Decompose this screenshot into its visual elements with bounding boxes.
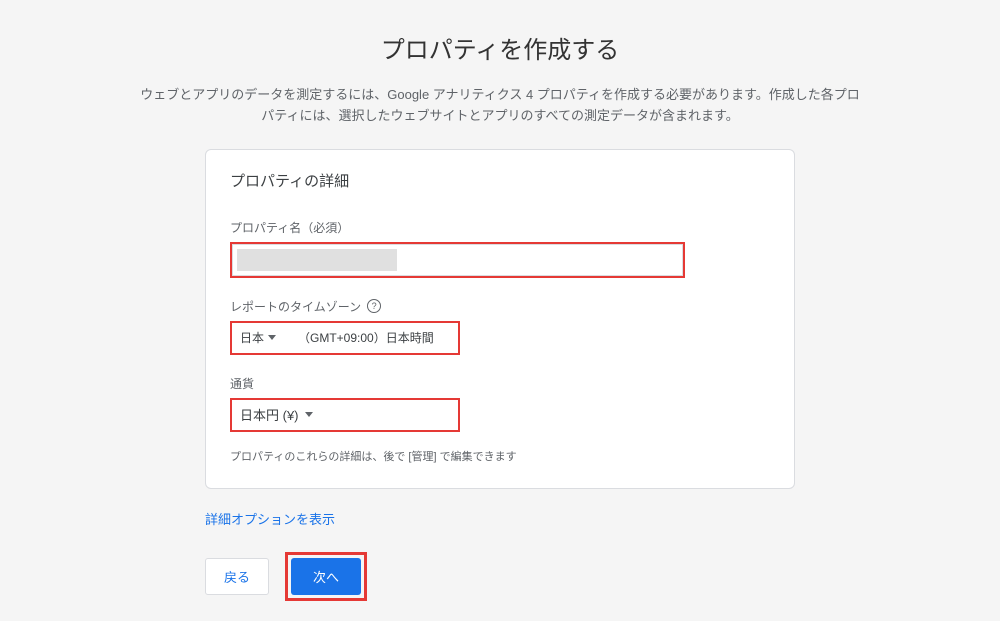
property-name-highlight [230,242,685,278]
next-button-highlight: 次へ [285,552,367,601]
redacted-overlay [237,249,397,271]
currency-label: 通貨 [230,375,770,392]
timezone-country-select[interactable]: 日本 [240,329,276,346]
help-icon[interactable]: ? [367,299,381,313]
timezone-label: レポートのタイムゾーン ? [230,298,770,315]
edit-later-hint: プロパティのこれらの詳細は、後で [管理] で編集できます [230,448,770,464]
currency-select[interactable]: 日本円 (¥) [232,405,321,424]
button-row: 戻る 次へ [205,552,795,601]
card-title: プロパティの詳細 [230,170,770,191]
back-button[interactable]: 戻る [205,558,269,595]
property-details-card: プロパティの詳細 プロパティ名（必須） レポートのタイムゾーン ? 日本 [205,149,795,489]
chevron-down-icon [268,335,276,340]
timezone-field: レポートのタイムゾーン ? 日本 （GMT+09:00）日本時間 [230,298,770,355]
property-name-field: プロパティ名（必須） [230,219,770,278]
property-name-label: プロパティ名（必須） [230,219,770,236]
currency-field: 通貨 日本円 (¥) [230,375,770,432]
next-button[interactable]: 次へ [291,558,361,595]
page-title: プロパティを作成する [0,30,1000,65]
advanced-options-link[interactable]: 詳細オプションを表示 [205,509,335,528]
timezone-detail-select[interactable]: （GMT+09:00）日本時間 [298,329,434,346]
timezone-detail-value: （GMT+09:00）日本時間 [298,329,434,346]
currency-highlight: 日本円 (¥) [230,398,460,432]
timezone-country-value: 日本 [240,329,264,346]
timezone-label-text: レポートのタイムゾーン [230,298,361,315]
chevron-down-icon [305,412,313,417]
currency-value: 日本円 (¥) [240,405,299,424]
page-description: ウェブとアプリのデータを測定するには、Google アナリティクス 4 プロパテ… [140,85,860,127]
below-card-section: 詳細オプションを表示 戻る 次へ [205,509,795,601]
timezone-highlight: 日本 （GMT+09:00）日本時間 [230,321,460,355]
